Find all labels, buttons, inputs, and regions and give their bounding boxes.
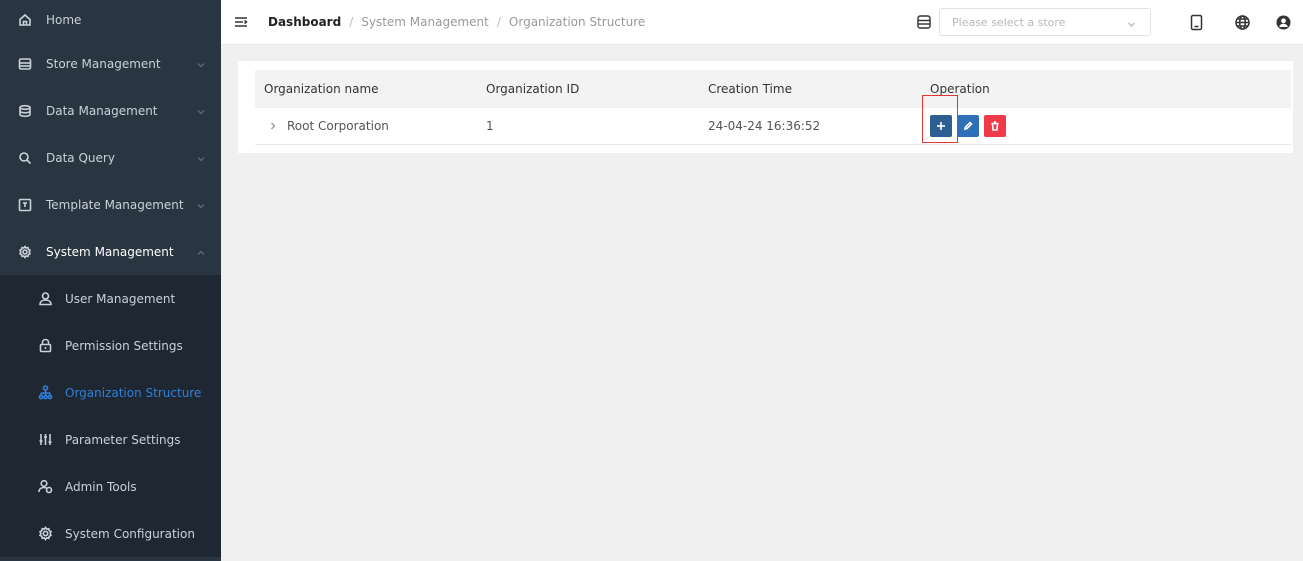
sidebar-item-permission-settings[interactable]: Permission Settings	[0, 322, 221, 369]
operation-buttons	[922, 95, 1011, 143]
sidebar-item-data-query[interactable]: Data Query	[0, 134, 221, 181]
chevron-right-icon[interactable]	[268, 121, 278, 131]
delete-button[interactable]	[984, 115, 1006, 137]
organization-id-cell: 1	[486, 119, 494, 133]
template-icon	[18, 198, 32, 212]
user-icon	[37, 291, 53, 307]
sidebar-item-data-management[interactable]: Data Management	[0, 87, 221, 134]
database-icon	[18, 104, 32, 118]
column-header-operation: Operation	[930, 82, 990, 96]
search-icon	[18, 151, 32, 165]
menu-toggle-icon[interactable]	[234, 15, 248, 29]
trash-icon	[990, 121, 1000, 131]
sidebar-item-organization-structure[interactable]: Organization Structure	[0, 369, 221, 416]
sidebar-item-template-management[interactable]: Template Management	[0, 181, 221, 228]
breadcrumb-system-management[interactable]: System Management	[361, 15, 489, 29]
settings-config-icon	[37, 526, 53, 542]
chevron-down-icon	[1127, 18, 1136, 27]
breadcrumb: Dashboard / System Management / Organiza…	[268, 15, 645, 29]
sidebar-item-system-management[interactable]: System Management	[0, 228, 221, 275]
chevron-down-icon	[196, 153, 206, 163]
breadcrumb-dashboard[interactable]: Dashboard	[268, 15, 341, 29]
chevron-down-icon	[196, 59, 206, 69]
organization-table-card: Organization name Organization ID Creati…	[238, 61, 1293, 153]
admin-user-icon	[37, 479, 53, 495]
highlight-box	[922, 95, 958, 143]
sidebar-item-label: Store Management	[46, 56, 161, 71]
sidebar-item-home[interactable]: Home	[0, 0, 221, 40]
column-header-creation-time: Creation Time	[708, 82, 792, 96]
home-icon	[18, 13, 32, 27]
column-header-organization-name: Organization name	[264, 82, 379, 96]
sidebar-item-label: Permission Settings	[65, 338, 183, 353]
breadcrumb-organization-structure: Organization Structure	[508, 15, 646, 29]
breadcrumb-separator: /	[349, 15, 354, 29]
breadcrumb-separator: /	[496, 15, 501, 29]
sidebar-item-label: Admin Tools	[65, 479, 137, 494]
org-chart-icon	[37, 385, 53, 401]
user-avatar-icon[interactable]	[1273, 12, 1293, 32]
top-header: Dashboard / System Management / Organiza…	[221, 0, 1303, 45]
sidebar: Home Store Management Data Management Da…	[0, 0, 221, 561]
sidebar-item-system-configuration[interactable]: System Configuration	[0, 510, 221, 557]
organization-name-cell: Root Corporation	[255, 119, 477, 133]
sidebar-item-label: Home	[46, 13, 82, 27]
operation-cell	[921, 95, 1291, 143]
creation-time-cell: 24-04-24 16:36:52	[708, 119, 821, 133]
chevron-down-icon	[196, 106, 206, 116]
system-management-submenu: User Management Permission Settings Orga…	[0, 275, 221, 557]
sidebar-item-label: Parameter Settings	[65, 432, 181, 447]
edit-button[interactable]	[957, 115, 979, 137]
globe-icon[interactable]	[1232, 12, 1252, 32]
gear-icon	[18, 244, 32, 259]
sidebar-item-label: Data Query	[46, 150, 115, 165]
sidebar-item-label: Organization Structure	[65, 385, 202, 400]
lock-icon	[37, 338, 53, 354]
edit-icon	[963, 121, 973, 131]
sliders-icon	[37, 432, 53, 448]
tablet-icon[interactable]	[1186, 12, 1206, 32]
sidebar-item-parameter-settings[interactable]: Parameter Settings	[0, 416, 221, 463]
sidebar-item-label: System Configuration	[65, 526, 195, 541]
store-select[interactable]: Please select a store	[939, 8, 1151, 36]
store-icon	[18, 57, 32, 71]
organization-name: Root Corporation	[287, 119, 389, 133]
table-row: Root Corporation 1 24-04-24 16:36:52	[255, 95, 1291, 145]
main-content: Organization name Organization ID Creati…	[221, 45, 1303, 561]
chevron-up-icon	[196, 247, 206, 257]
sidebar-item-admin-tools[interactable]: Admin Tools	[0, 463, 221, 510]
sidebar-item-store-management[interactable]: Store Management	[0, 40, 221, 87]
sidebar-item-user-management[interactable]: User Management	[0, 275, 221, 322]
organization-table: Organization name Organization ID Creati…	[255, 70, 1291, 145]
sidebar-item-label: Data Management	[46, 103, 158, 118]
column-header-organization-id: Organization ID	[486, 82, 580, 96]
chevron-down-icon	[196, 200, 206, 210]
sidebar-item-label: User Management	[65, 291, 176, 306]
sidebar-item-label: System Management	[46, 244, 174, 259]
store-icon	[916, 14, 932, 30]
sidebar-item-label: Template Management	[46, 197, 184, 212]
table-header: Organization name Organization ID Creati…	[255, 70, 1291, 108]
store-select-placeholder: Please select a store	[952, 15, 1066, 29]
